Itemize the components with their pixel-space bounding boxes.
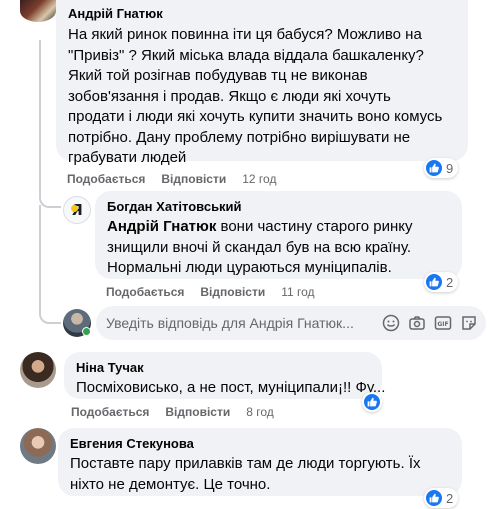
sticker-icon[interactable]: [460, 314, 478, 332]
avatar[interactable]: Я: [63, 196, 91, 224]
comment-actions: Подобається Відповісти 8 год: [71, 405, 274, 419]
comment-author[interactable]: Богдан Хатітовський: [107, 198, 450, 215]
like-button[interactable]: Подобається: [106, 285, 184, 299]
comment-text: На який ринок повинна іти ця бабуся? Мож…: [68, 26, 443, 166]
comment-author[interactable]: Ніна Тучак: [76, 359, 370, 376]
avatar[interactable]: [20, 428, 56, 464]
svg-text:GIF: GIF: [437, 321, 448, 328]
reaction-summary[interactable]: 9: [424, 158, 459, 178]
comment-text: Посміховисько, а не пост, муніципали¡!! …: [76, 379, 386, 396]
mention-link[interactable]: Андрій Гнатюк: [107, 218, 216, 235]
comment-actions: Подобається Відповісти 12 год: [67, 172, 276, 186]
like-reaction-icon: [364, 394, 380, 410]
reaction-summary[interactable]: 2: [424, 272, 459, 292]
reaction-count: 9: [446, 160, 454, 176]
online-status-dot: [82, 327, 91, 336]
thread-connector: [39, 178, 61, 208]
like-button[interactable]: Подобається: [71, 405, 149, 419]
comment-timestamp[interactable]: 8 год: [246, 405, 274, 419]
emoji-icon[interactable]: [382, 314, 400, 332]
comment-author[interactable]: Евгения Стекунова: [70, 435, 450, 452]
reply-input[interactable]: Уведіть відповідь для Андрія Гнатюк... G…: [96, 306, 486, 340]
comment-actions: Подобається Відповісти 11 год: [106, 285, 315, 299]
reaction-summary[interactable]: 2: [424, 488, 459, 508]
like-button[interactable]: Подобається: [67, 172, 145, 186]
thread-line: [39, 40, 41, 180]
comment-bubble: Евгения Стекунова Поставте пару прилавкі…: [58, 428, 462, 496]
reply-button[interactable]: Відповісти: [200, 285, 265, 299]
avatar[interactable]: [20, 352, 56, 388]
avatar[interactable]: [20, 0, 56, 22]
like-reaction-icon: [426, 274, 442, 290]
reply-input-tools: GIF: [382, 314, 486, 332]
like-reaction-icon: [426, 490, 442, 506]
comment-text: Поставте пару прилавків там де люди торг…: [70, 455, 421, 493]
reaction-count: 2: [446, 490, 454, 506]
comment-text: Андрій Гнатюк вони частину старого ринку…: [107, 218, 413, 276]
like-reaction-icon: [426, 160, 442, 176]
gif-icon[interactable]: GIF: [434, 314, 452, 332]
camera-icon[interactable]: [408, 314, 426, 332]
reply-placeholder: Уведіть відповідь для Андрія Гнатюк...: [106, 315, 354, 331]
comment-timestamp[interactable]: 12 год: [242, 172, 276, 186]
comment-bubble: Ніна Тучак Посміховисько, а не пост, мун…: [64, 352, 386, 399]
thread-line: [39, 205, 41, 301]
comment-bubble: Богдан Хатітовський Андрій Гнатюк вони ч…: [95, 191, 462, 279]
reaction-summary[interactable]: [362, 392, 382, 412]
reply-button[interactable]: Відповісти: [161, 172, 226, 186]
comment-bubble: Андрій Гнатюк На який ринок повинна іти …: [56, 0, 468, 166]
reply-button[interactable]: Відповісти: [165, 405, 230, 419]
reaction-count: 2: [446, 274, 454, 290]
comment-author[interactable]: Андрій Гнатюк: [68, 5, 456, 22]
thread-connector: [39, 298, 61, 324]
comment-timestamp[interactable]: 11 год: [281, 285, 314, 299]
